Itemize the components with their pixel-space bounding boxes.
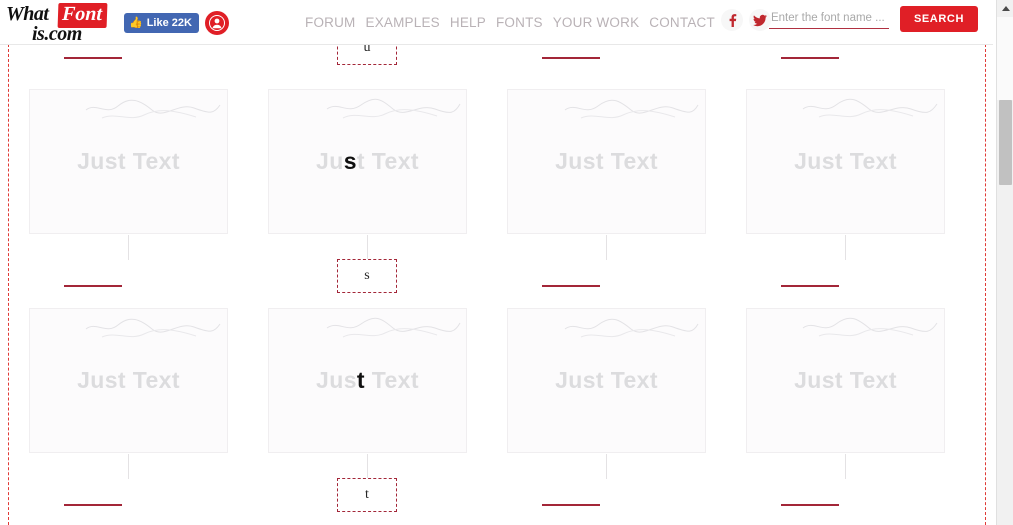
- result-cell[interactable]: Just Text: [9, 89, 248, 309]
- font-preview-card[interactable]: Just Text: [29, 89, 228, 234]
- site-header: What Font is.com 👍 Like 22K FORUM EXAMPL…: [0, 0, 993, 45]
- font-preview-card[interactable]: Just Text: [507, 308, 706, 453]
- scribble-icon: [802, 98, 938, 118]
- font-preview-card[interactable]: Just Text: [29, 308, 228, 453]
- scribble-icon: [85, 318, 221, 338]
- vertical-scrollbar[interactable]: [996, 0, 1013, 525]
- font-preview-card[interactable]: Just Text: [746, 308, 945, 453]
- card-text-pre: Ju: [316, 148, 344, 174]
- card-underline: [64, 504, 122, 506]
- font-preview-card[interactable]: Just Text: [268, 89, 467, 234]
- card-text: Just Text: [269, 148, 466, 175]
- like-button-label: Like 22K: [146, 17, 192, 29]
- card-text: Just Text: [794, 148, 897, 174]
- letter-result-box[interactable]: s: [337, 259, 397, 293]
- scribble-icon: [564, 99, 699, 119]
- card-text: Just Text: [794, 367, 897, 393]
- results-row-2: Just Text Just Text t Just Text Just Tex…: [9, 308, 985, 525]
- card-text-pre: Jus: [316, 367, 357, 393]
- user-account-icon[interactable]: [205, 11, 229, 35]
- result-cell[interactable]: Just Text: [726, 44, 965, 81]
- facebook-icon[interactable]: [721, 9, 743, 31]
- card-connector-line: [128, 454, 129, 479]
- thumbs-up-icon: 👍: [129, 16, 143, 29]
- card-connector-line: [845, 235, 846, 260]
- font-preview-card[interactable]: Just Text: [746, 89, 945, 234]
- card-text-post: t Text: [356, 148, 419, 174]
- card-text: Just Text: [269, 367, 466, 394]
- letter-result-box[interactable]: t: [337, 478, 397, 512]
- scribble-icon: [564, 318, 699, 338]
- result-cell[interactable]: Just Text: [487, 308, 726, 525]
- card-text: Just Text: [555, 367, 658, 393]
- card-text: Just Text: [77, 148, 180, 174]
- result-cell[interactable]: Just Text: [487, 89, 726, 309]
- nav-item-forum[interactable]: FORUM: [305, 15, 356, 30]
- nav-item-examples[interactable]: EXAMPLES: [366, 15, 440, 30]
- search-button[interactable]: SEARCH: [899, 6, 978, 32]
- logo-iscom: is.com: [32, 23, 82, 45]
- card-connector-line: [367, 235, 368, 260]
- scribble-icon: [85, 99, 221, 119]
- main-navigation: FORUM EXAMPLES HELP FONTS YOUR WORK CONT…: [305, 0, 715, 45]
- card-connector-line: [367, 454, 368, 479]
- highlighted-letter: s: [343, 148, 357, 174]
- card-underline: [781, 285, 839, 287]
- font-preview-card[interactable]: Just Text: [268, 308, 467, 453]
- card-underline: [542, 504, 600, 506]
- font-preview-card[interactable]: Just Text: [507, 89, 706, 234]
- result-cell[interactable]: Just Text s: [248, 89, 487, 309]
- header-search: SEARCH: [768, 4, 978, 32]
- letter-result-box[interactable]: u: [337, 44, 397, 65]
- page-root: What Font is.com 👍 Like 22K FORUM EXAMPL…: [0, 0, 1013, 525]
- result-cell[interactable]: Just Text: [726, 89, 965, 309]
- scribble-icon: [802, 317, 938, 337]
- card-connector-line: [128, 235, 129, 260]
- results-row-1: Just Text Just Text s Just Text Just Tex…: [9, 89, 985, 309]
- nav-item-fonts[interactable]: FONTS: [496, 15, 543, 30]
- search-input[interactable]: [768, 9, 889, 29]
- card-underline: [781, 504, 839, 506]
- card-text: Just Text: [77, 367, 180, 393]
- card-underline: [64, 285, 122, 287]
- result-cell[interactable]: Just Text u: [248, 44, 487, 81]
- card-text-post: Text: [364, 367, 419, 393]
- highlighted-letter: t: [356, 367, 365, 393]
- nav-item-your-work[interactable]: YOUR WORK: [553, 15, 640, 30]
- results-grid-region: Just Text Just Text u: [8, 44, 986, 525]
- card-underline: [542, 57, 600, 59]
- chevron-up-icon[interactable]: [997, 0, 1013, 17]
- result-cell[interactable]: Just Text: [9, 308, 248, 525]
- result-cell[interactable]: Just Text t: [248, 308, 487, 525]
- card-connector-line: [606, 454, 607, 479]
- card-underline: [781, 57, 839, 59]
- scribble-icon: [326, 98, 461, 119]
- scribble-icon: [326, 317, 461, 338]
- result-cell[interactable]: Just Text: [9, 44, 248, 81]
- card-underline: [542, 285, 600, 287]
- nav-item-contact[interactable]: CONTACT: [649, 15, 715, 30]
- card-text: Just Text: [555, 148, 658, 174]
- scrollbar-track[interactable]: [997, 17, 1013, 100]
- result-cell[interactable]: Just Text: [487, 44, 726, 81]
- card-connector-line: [606, 235, 607, 260]
- card-connector-line: [845, 454, 846, 479]
- twitter-icon[interactable]: [749, 9, 771, 31]
- card-underline: [64, 57, 122, 59]
- social-links: [721, 6, 771, 31]
- site-logo[interactable]: What Font is.com: [4, 2, 112, 45]
- facebook-like-button[interactable]: 👍 Like 22K: [124, 13, 199, 33]
- scrollbar-thumb[interactable]: [999, 100, 1012, 185]
- result-cell[interactable]: Just Text: [726, 308, 965, 525]
- nav-item-help[interactable]: HELP: [450, 15, 486, 30]
